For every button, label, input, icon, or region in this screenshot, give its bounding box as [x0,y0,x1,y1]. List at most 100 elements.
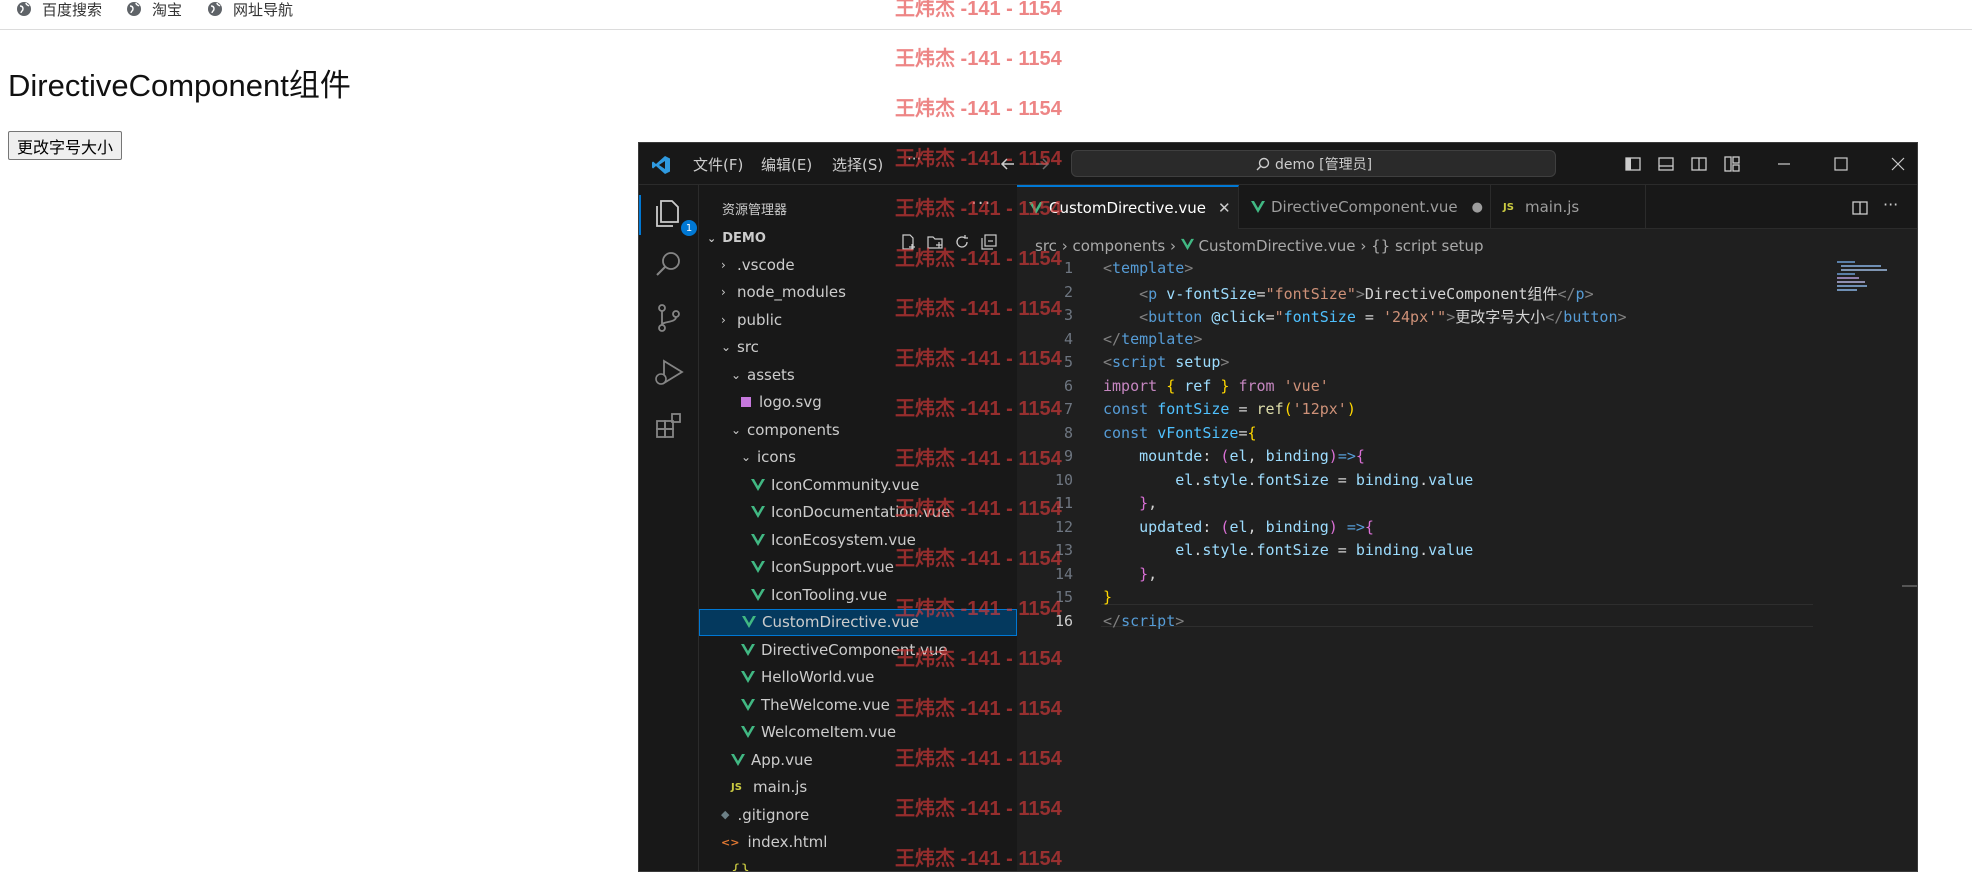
code-line[interactable]: 16</script> [1017,612,1918,635]
extensions-activity[interactable] [652,409,686,443]
vue-icon [751,588,765,602]
search-icon [1255,156,1271,172]
code-line[interactable]: 12 updated: (el, binding) =>{ [1017,518,1918,541]
code-text: const vFontSize={ [1103,424,1257,442]
search-activity[interactable] [652,247,686,281]
chevron-right-icon: › [721,313,735,327]
tree-item-label: {} [731,861,750,872]
code-line[interactable]: 11 }, [1017,494,1918,517]
js-icon: JS [1503,202,1517,213]
tree-item-label: index.html [747,833,827,851]
editor-tabs: CustomDirective.vue ✕ DirectiveComponent… [1017,185,1918,229]
line-number: 15 [1017,588,1073,606]
code-line[interactable]: 1<template> [1017,259,1918,282]
new-file-icon[interactable] [899,233,917,251]
code-text: <template> [1103,259,1193,277]
toggle-secondary-sidebar-icon[interactable] [1690,155,1708,173]
tree-item-label: components [747,421,840,439]
tree-item-label: src [737,338,759,356]
code-line[interactable]: 3 <button @click="fontSize = '24px'">更改字… [1017,306,1918,329]
refresh-icon[interactable] [953,233,971,251]
explorer-activity[interactable]: 1 [652,197,686,231]
minimap[interactable] [1837,259,1897,319]
scrollbar-marker [1902,585,1917,587]
line-number: 16 [1017,612,1073,630]
search-icon [652,247,686,281]
line-number: 6 [1017,377,1073,395]
code-line[interactable]: 13 el.style.fontSize = binding.value [1017,541,1918,564]
line-number: 7 [1017,400,1073,418]
run-debug-activity[interactable] [652,355,686,389]
tree-item-label: assets [747,366,795,384]
code-text: el.style.fontSize = binding.value [1103,541,1473,559]
unsaved-dot-icon[interactable]: ● [1472,200,1483,215]
breadcrumb-symbol[interactable]: {} script setup [1371,237,1483,255]
search-label: demo [管理员] [1275,154,1372,174]
toggle-primary-sidebar-icon[interactable] [1624,155,1642,173]
html-file-icon: <> [721,836,739,849]
code-line[interactable]: 6import { ref } from 'vue' [1017,377,1918,400]
close-tab-icon[interactable]: ✕ [1218,199,1231,217]
chevron-right-icon: › [1062,237,1073,255]
vue-icon [741,670,755,684]
forward-arrow-icon[interactable] [1033,155,1051,173]
code-line[interactable]: 14 }, [1017,565,1918,588]
minimize-icon[interactable] [1775,155,1793,173]
tree-item-label: IconCommunity.vue [771,476,919,494]
tab-main-js[interactable]: JS main.js [1491,185,1646,229]
watermark-text: 王炜杰 -141 - 1154 [895,42,1062,71]
globe-icon [16,1,32,17]
vue-icon [751,560,765,574]
maximize-icon[interactable] [1832,155,1850,173]
bookmark-baidu[interactable]: 百度搜索 [16,0,102,18]
command-center-search[interactable]: demo [管理员] [1071,150,1556,177]
tree-item-label: TheWelcome.vue [761,696,890,714]
back-arrow-icon[interactable] [999,155,1017,173]
customize-layout-icon[interactable] [1723,155,1741,173]
vue-icon [742,615,756,629]
vscode-logo-icon [651,155,671,175]
code-line[interactable]: 9 mountde: (el, binding)=>{ [1017,447,1918,470]
new-folder-icon[interactable] [926,233,944,251]
close-window-icon[interactable] [1889,155,1907,173]
tree-file[interactable]: CustomDirective.vue [699,609,1017,636]
bookmark-taobao[interactable]: 淘宝 [126,0,182,18]
code-line[interactable]: 4</template> [1017,330,1918,353]
menu-selection[interactable]: 选择(S) [832,154,883,175]
change-font-size-button[interactable]: 更改字号大小 [8,131,122,160]
tree-item-label: main.js [753,778,807,796]
vue-icon [751,505,765,519]
code-line[interactable]: 15} [1017,588,1918,611]
breadcrumb-file[interactable]: CustomDirective.vue [1199,237,1356,255]
breadcrumb-components[interactable]: components [1072,237,1165,255]
tree-item-label: CustomDirective.vue [762,613,919,631]
bookmark-nav[interactable]: 网址导航 [207,0,293,18]
title-bar: 文件(F) 编辑(E) 选择(S) ··· demo [管理员] [639,143,1917,185]
source-control-activity[interactable] [652,301,686,335]
code-line[interactable]: 2 <p v-fontSize="fontSize">DirectiveComp… [1017,283,1918,306]
menu-edit[interactable]: 编辑(E) [761,154,812,175]
editor-more-icon[interactable]: ··· [1883,195,1898,214]
tab-directive-component[interactable]: DirectiveComponent.vue ● [1239,185,1491,229]
collapse-all-icon[interactable] [980,233,998,251]
explorer-more-button[interactable]: ··· [971,193,991,214]
active-indicator [639,195,641,235]
explorer-root[interactable]: ⌄DEMO [707,231,766,246]
chevron-right-icon: › [1170,237,1181,255]
split-editor-icon[interactable] [1851,199,1869,217]
toggle-panel-icon[interactable] [1657,155,1675,173]
globe-icon [126,1,142,17]
breadcrumb-src[interactable]: src [1035,237,1057,255]
menu-file[interactable]: 文件(F) [693,154,743,175]
code-text: </template> [1103,330,1202,348]
code-line[interactable]: 5<script setup> [1017,353,1918,376]
tab-custom-directive[interactable]: CustomDirective.vue ✕ [1017,185,1239,229]
line-number: 12 [1017,518,1073,536]
menu-more[interactable]: ··· [907,150,921,168]
tree-item-label: node_modules [737,283,846,301]
code-text: }, [1103,565,1157,583]
code-line[interactable]: 10 el.style.fontSize = binding.value [1017,471,1918,494]
code-line[interactable]: 7const fontSize = ref('12px') [1017,400,1918,423]
explorer-badge: 1 [681,220,697,236]
code-line[interactable]: 8const vFontSize={ [1017,424,1918,447]
